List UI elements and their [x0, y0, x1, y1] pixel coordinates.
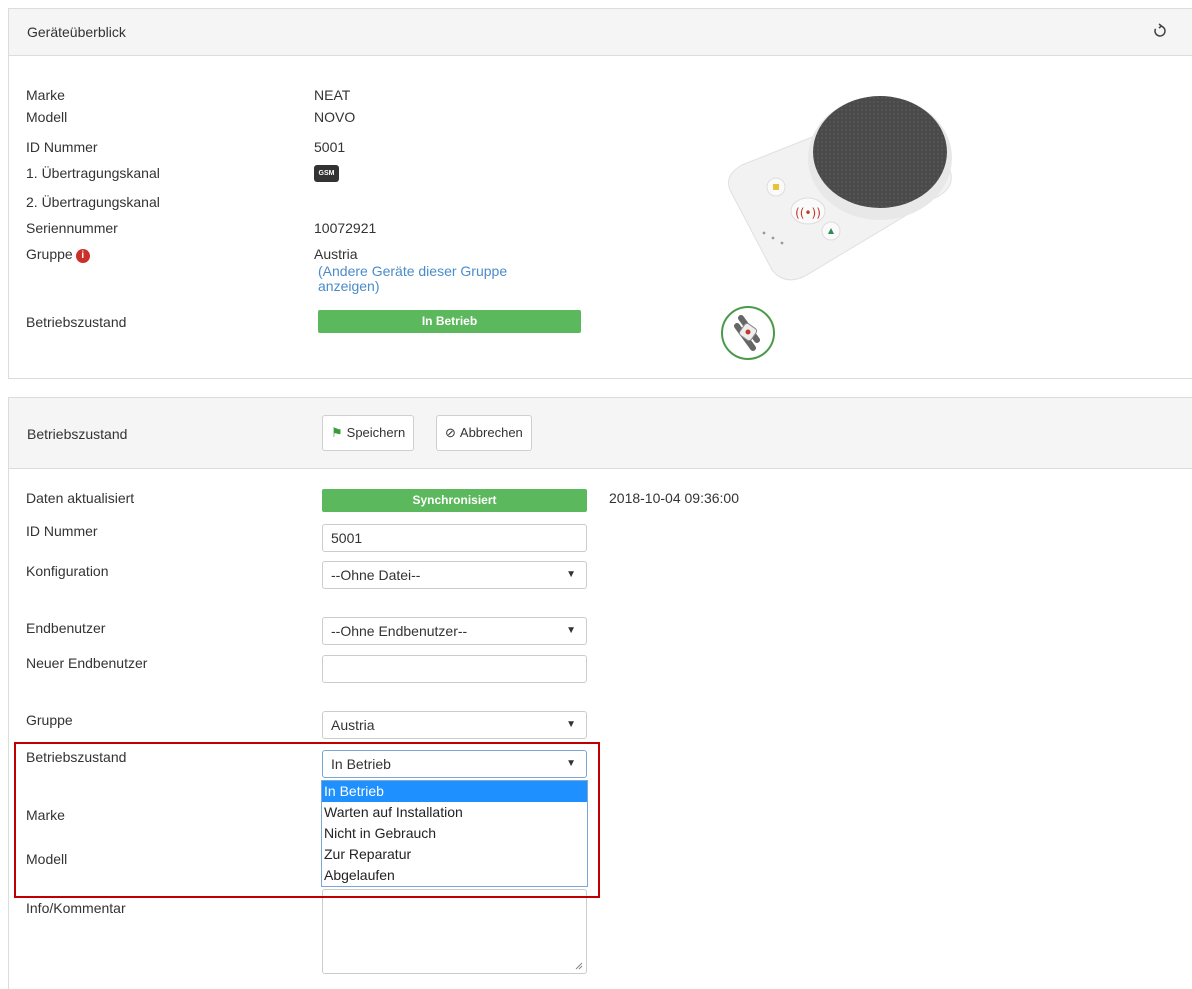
serien-label: Seriennummer [26, 220, 118, 236]
ban-icon: ⊘ [445, 425, 456, 440]
save-button[interactable]: ⚑ Speichern [322, 415, 415, 451]
editor-panel: Betriebszustand [8, 397, 1192, 989]
gruppe-label-row: Gruppe i [26, 245, 90, 263]
kanal2-label: 2. Übertragungskanal [26, 194, 160, 210]
gsm-badge: GSM [314, 165, 339, 182]
id-field-label: ID Nummer [26, 523, 98, 539]
sync-status-bar: Synchronisiert [322, 489, 587, 512]
neuer-label: Neuer Endbenutzer [26, 655, 148, 671]
endbenutzer-label: Endbenutzer [26, 620, 106, 636]
info-icon[interactable]: i [75, 249, 90, 263]
cancel-label: Abbrechen [459, 425, 523, 440]
id-label: ID Nummer [26, 139, 98, 155]
svg-text:((•)): ((•)) [795, 206, 821, 220]
chevron-down-icon: ▼ [566, 569, 576, 580]
refresh-icon[interactable] [1152, 23, 1168, 39]
chevron-down-icon: ▼ [566, 719, 576, 730]
highlight-box [14, 742, 600, 898]
daten-label: Daten aktualisiert [26, 490, 135, 506]
endbenutzer-select[interactable]: --Ohne Endbenutzer-- ▼ [322, 617, 587, 645]
chevron-down-icon: ▼ [566, 625, 576, 636]
konfig-label: Konfiguration [26, 563, 109, 579]
device-overview-panel: Geräteüberblick [8, 8, 1192, 379]
modell-value: NOVO [314, 109, 356, 125]
editor-title: Betriebszustand [27, 426, 128, 442]
info-textarea[interactable] [322, 889, 587, 974]
resize-handle-icon[interactable] [575, 962, 583, 970]
marke-value: NEAT [314, 87, 351, 103]
id-input[interactable]: 5001 [322, 524, 587, 552]
konfig-select[interactable]: --Ohne Datei-- ▼ [322, 561, 587, 589]
marke-label: Marke [26, 87, 65, 103]
save-label: Speichern [346, 425, 406, 440]
info-field-label: Info/Kommentar [26, 900, 126, 916]
cancel-button[interactable]: ⊘ Abbrechen [436, 415, 532, 451]
betrieb-label: Betriebszustand [26, 314, 127, 330]
endbenutzer-value: --Ohne Endbenutzer-- [331, 623, 468, 639]
gruppe-link[interactable]: (Andere Geräte dieser Gruppe anzeigen) [318, 264, 558, 294]
device-image: ((•)) [728, 96, 952, 281]
panel-title: Geräteüberblick [27, 24, 126, 40]
konfig-value: --Ohne Datei-- [331, 567, 421, 583]
gruppe-select[interactable]: Austria ▼ [322, 711, 587, 739]
gruppe-value: Austria [314, 246, 358, 262]
gruppe-label: Gruppe [26, 246, 73, 262]
device-overview-header: Geräteüberblick [9, 9, 1192, 56]
betrieb-status-bar: In Betrieb [318, 310, 581, 333]
modell-label: Modell [26, 109, 68, 125]
kanal1-label: 1. Übertragungskanal [26, 165, 160, 181]
sync-timestamp: 2018-10-04 09:36:00 [609, 490, 739, 506]
neuer-endbenutzer-input[interactable] [322, 655, 587, 683]
gruppe-select-value: Austria [331, 717, 375, 733]
serien-value: 10072921 [314, 220, 377, 236]
save-icon: ⚑ [331, 425, 343, 440]
id-value: 5001 [314, 139, 346, 155]
gruppe-field-label: Gruppe [26, 712, 73, 728]
editor-header: Betriebszustand [9, 398, 1192, 469]
wristband-icon [721, 306, 775, 360]
